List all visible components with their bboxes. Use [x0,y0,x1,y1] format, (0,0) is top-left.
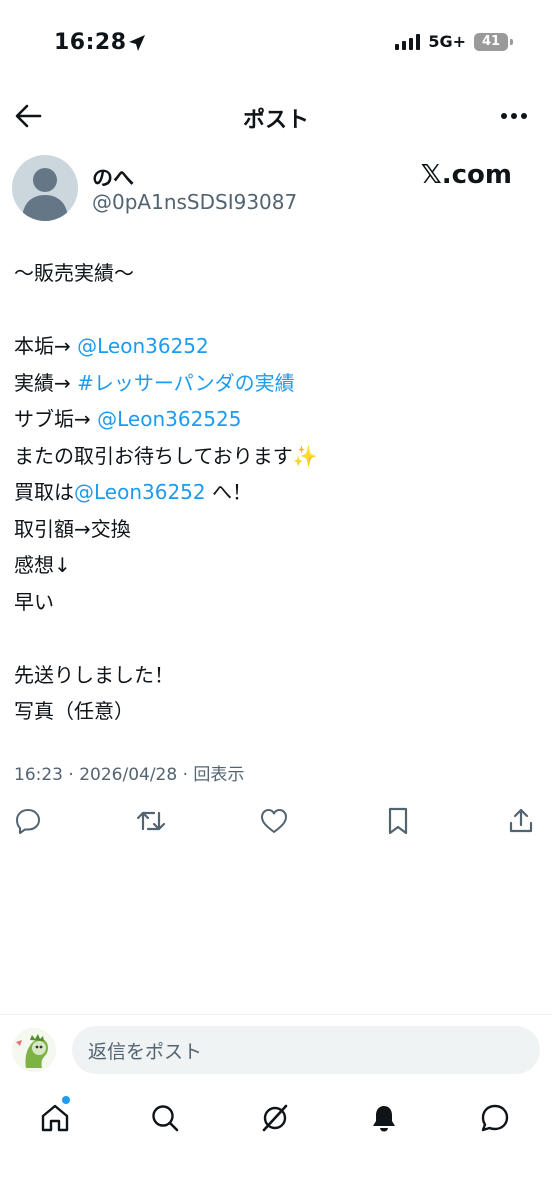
post-line: 本垢→ @Leon36252 [14,328,534,365]
status-time-text: 16:28 [54,30,127,55]
messages-icon [481,1104,509,1132]
post-text-segment: 早い [14,589,54,614]
post-line: 実績→ #レッサーパンダの実績 [14,365,534,402]
reply-icon [16,809,40,834]
post-line: 感想↓ [14,547,534,584]
tab-messages[interactable] [477,1100,513,1136]
bookmark-button[interactable] [383,806,413,836]
signal-icon [395,33,421,50]
post-text-segment: 感想↓ [14,553,71,577]
post-text-segment: 写真（任意） [14,699,134,723]
like-button[interactable] [259,806,289,836]
current-user-avatar[interactable] [12,1028,56,1072]
post-text-segment: 取引額→交換 [14,516,131,541]
post-text-segment: へ！ [205,480,252,504]
tab-notifications[interactable] [366,1100,402,1136]
author-display-name[interactable]: のへ [92,162,134,192]
post-text-segment: またの取引お待ちしております [14,443,293,468]
post-line: またの取引お待ちしております✨ [14,438,534,475]
post-link[interactable]: #レッサーパンダの実績 [77,371,295,395]
repost-button[interactable] [136,806,166,836]
post-text-segment: 実績→ [14,370,78,395]
post-link[interactable]: @Leon362525 [97,407,241,431]
location-arrow-icon [129,35,145,51]
status-indicators: 5G+ 41 [395,32,513,51]
post-text-segment: 本垢→ [14,334,78,358]
home-icon [41,1104,69,1132]
reply-placeholder: 返信をポスト [88,1040,203,1063]
share-icon [509,808,533,833]
post-line: 買取は@Leon36252 へ！ [14,474,534,511]
dinosaur-avatar-icon [12,1028,56,1072]
post-link[interactable]: @Leon36252 [77,334,209,358]
tab-grok[interactable] [257,1100,293,1136]
more-icon[interactable] [500,112,528,120]
default-avatar-icon [22,168,68,221]
post-link[interactable]: @Leon36252 [74,480,206,504]
post-text-segment: 〜販売実績〜 [14,261,134,285]
post-meta: 16:23 · 2026/04/28 · 回表示 [14,765,245,785]
author-handle[interactable]: @0pA1nsSDSI93087 [92,190,297,214]
post-line: 取引額→交換 [14,511,534,548]
post-text-segment: 買取は [14,480,74,504]
reply-button[interactable] [13,806,43,836]
author-avatar[interactable] [12,155,78,221]
network-label: 5G+ [428,32,466,51]
repost-icon [136,811,166,831]
search-icon [152,1105,179,1132]
post-text-segment: サブ垢→ [14,407,98,431]
post-line: 写真（任意） [14,693,534,730]
page-title: ポスト [242,108,309,133]
battery-icon: 41 [474,32,513,51]
reply-input[interactable]: 返信をポスト [72,1026,540,1074]
brand-watermark: 𝕏.com [420,160,512,190]
status-time: 16:28 [54,30,145,55]
post-line: 先送りしました！ [14,657,534,694]
sparkles-emoji: ✨ [292,443,318,468]
notifications-icon [373,1106,395,1132]
bookmark-icon [388,807,408,835]
home-notification-dot [62,1096,70,1104]
share-button[interactable] [506,806,536,836]
post-text-segment: 先送りしました！ [14,662,174,687]
post-line: 早い [14,584,534,621]
post-line: 〜販売実績〜 [14,255,534,292]
divider [0,1014,552,1015]
post-text: 〜販売実績〜 本垢→ @Leon36252 実績→ #レッサーパンダの実績 サブ垢→ … [14,255,534,730]
like-icon [261,809,287,833]
tab-home[interactable] [37,1100,73,1136]
tab-search[interactable] [147,1100,183,1136]
post-line [14,620,534,657]
battery-level: 41 [481,34,501,49]
grok-icon [262,1104,288,1132]
post-line [14,292,534,329]
post-line: サブ垢→ @Leon362525 [14,401,534,438]
